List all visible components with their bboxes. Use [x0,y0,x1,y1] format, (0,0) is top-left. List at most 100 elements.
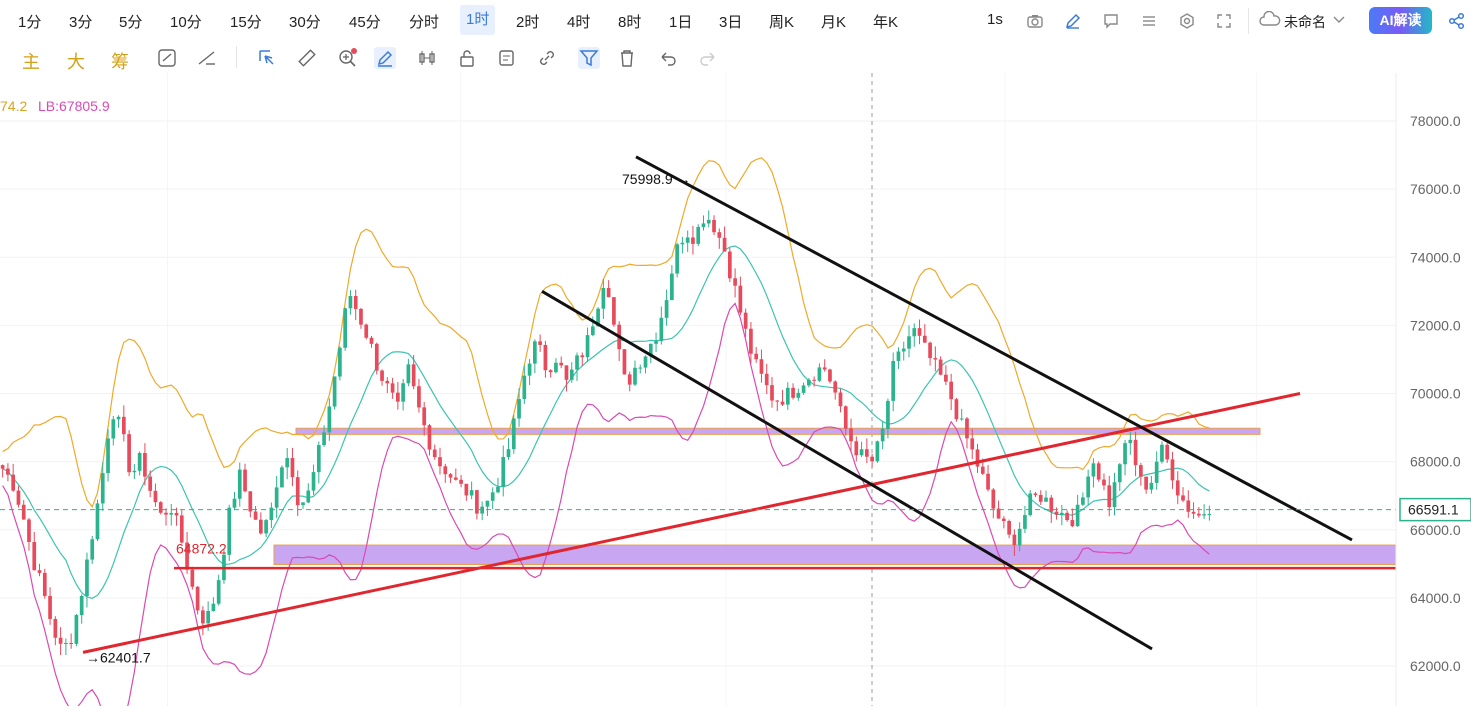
timeframe-1h[interactable]: 1时 [460,5,496,35]
timeframe-15m[interactable]: 15分 [230,11,262,32]
timeframe-8h[interactable]: 8时 [618,11,641,32]
candle-body [675,244,679,274]
undo-icon[interactable] [657,47,679,69]
candle-body [343,308,348,348]
candle-body [833,381,838,393]
candle-body [1007,520,1011,535]
zoom-in-icon[interactable] [336,47,358,69]
candle-body [838,392,843,407]
candle-body [775,400,780,402]
timeframe-3d[interactable]: 3日 [719,11,742,32]
big-order-button[interactable]: 大 [67,48,85,74]
candle-body [770,385,774,401]
lock-icon[interactable] [456,47,478,69]
comment-icon[interactable] [1102,12,1120,30]
candle-body [785,387,790,405]
timeframe-1m[interactable]: 1分 [18,11,41,32]
candle-body [975,449,980,467]
candle-body [543,344,548,371]
candle-body [1044,497,1048,502]
chevron-down-icon[interactable] [1332,14,1346,26]
candle-body [575,355,579,370]
candle-body [1091,463,1096,477]
share-icon[interactable] [1448,12,1466,30]
candle-body [585,335,590,358]
candle-body [179,515,184,543]
candle-body [986,473,990,490]
candle-body [917,328,922,336]
candle-body [870,456,874,462]
main-indicator-button[interactable]: 主 [22,48,40,74]
line-tool-icon[interactable] [196,47,218,69]
candle-body [469,490,474,496]
timeframe-10m[interactable]: 10分 [170,11,202,32]
candle-body [859,449,864,456]
magnet-pen-icon[interactable] [374,47,396,69]
sync-icon[interactable] [156,47,178,69]
timeframe-1d[interactable]: 1日 [669,11,692,32]
filter-icon[interactable] [578,47,600,69]
candle-body [812,379,816,381]
price-zones [273,427,1397,565]
candle-body [606,287,611,298]
layout-name[interactable]: 未命名 [1284,12,1326,32]
timeframe-month[interactable]: 月K [821,11,846,32]
timeframe-3m[interactable]: 3分 [69,11,92,32]
trash-icon[interactable] [616,47,638,69]
low-annotation: →62401.7 [86,650,151,666]
candle-body [517,399,521,419]
candle-type-icon[interactable] [416,47,438,69]
timeframe-5m[interactable]: 5分 [119,11,142,32]
template-icon[interactable] [496,47,518,69]
candle-body [854,441,859,456]
candle-body [754,353,759,360]
redo-icon[interactable] [697,47,719,69]
candle-body [380,370,384,381]
candle-body [322,432,326,446]
candle-body [680,242,685,245]
timeframe-30m[interactable]: 30分 [289,11,321,32]
candle-body [828,369,832,382]
candle-body [538,341,542,345]
timeframe-intraday[interactable]: 分时 [409,11,439,32]
top-toolbar: 1分 3分 5分 10分 15分 30分 45分 分时 1时 2时 4时 8时 … [0,0,1471,43]
candle-body [427,425,432,450]
y-tick-label: 72000.0 [1410,317,1461,333]
candle-body [95,503,100,540]
list-icon[interactable] [1140,12,1158,30]
y-tick-label: 64000.0 [1410,590,1461,606]
candle-body [338,347,342,377]
fullscreen-icon[interactable] [1215,12,1233,30]
candle-body [1086,476,1091,498]
chip-distribution-button[interactable]: 筹 [111,48,129,74]
candle-body [21,504,26,520]
candle-body [554,362,558,373]
candle-body [933,358,938,360]
candle-body [843,406,848,429]
link-icon[interactable] [536,47,558,69]
candle-body [506,449,511,458]
candle-body [27,519,31,543]
candle-body [849,428,853,442]
candle-body [369,337,374,344]
camera-icon[interactable] [1026,12,1044,30]
candle-body [886,400,890,429]
timeframe-4h[interactable]: 4时 [567,11,590,32]
timeframe-week[interactable]: 周K [769,11,794,32]
timeframe-2h[interactable]: 2时 [516,11,539,32]
candle-body [622,349,627,375]
timeframe-year[interactable]: 年K [873,11,898,32]
settings-icon[interactable] [1178,12,1196,30]
ruler-icon[interactable] [296,47,318,69]
candle-body [569,369,574,380]
pencil-icon[interactable] [1064,12,1082,30]
refresh-interval[interactable]: 1s [987,11,1003,28]
candle-body [211,603,216,612]
cursor-icon[interactable] [256,47,278,69]
candle-body [1065,512,1069,521]
cloud-icon [1259,11,1281,26]
price-chart[interactable]: 75998.9 →→62401.764872.266591.1 78000.07… [0,73,1471,706]
candle-body [480,506,485,514]
timeframe-45m[interactable]: 45分 [349,11,381,32]
ai-interpret-button[interactable]: AI解读 [1369,7,1432,34]
